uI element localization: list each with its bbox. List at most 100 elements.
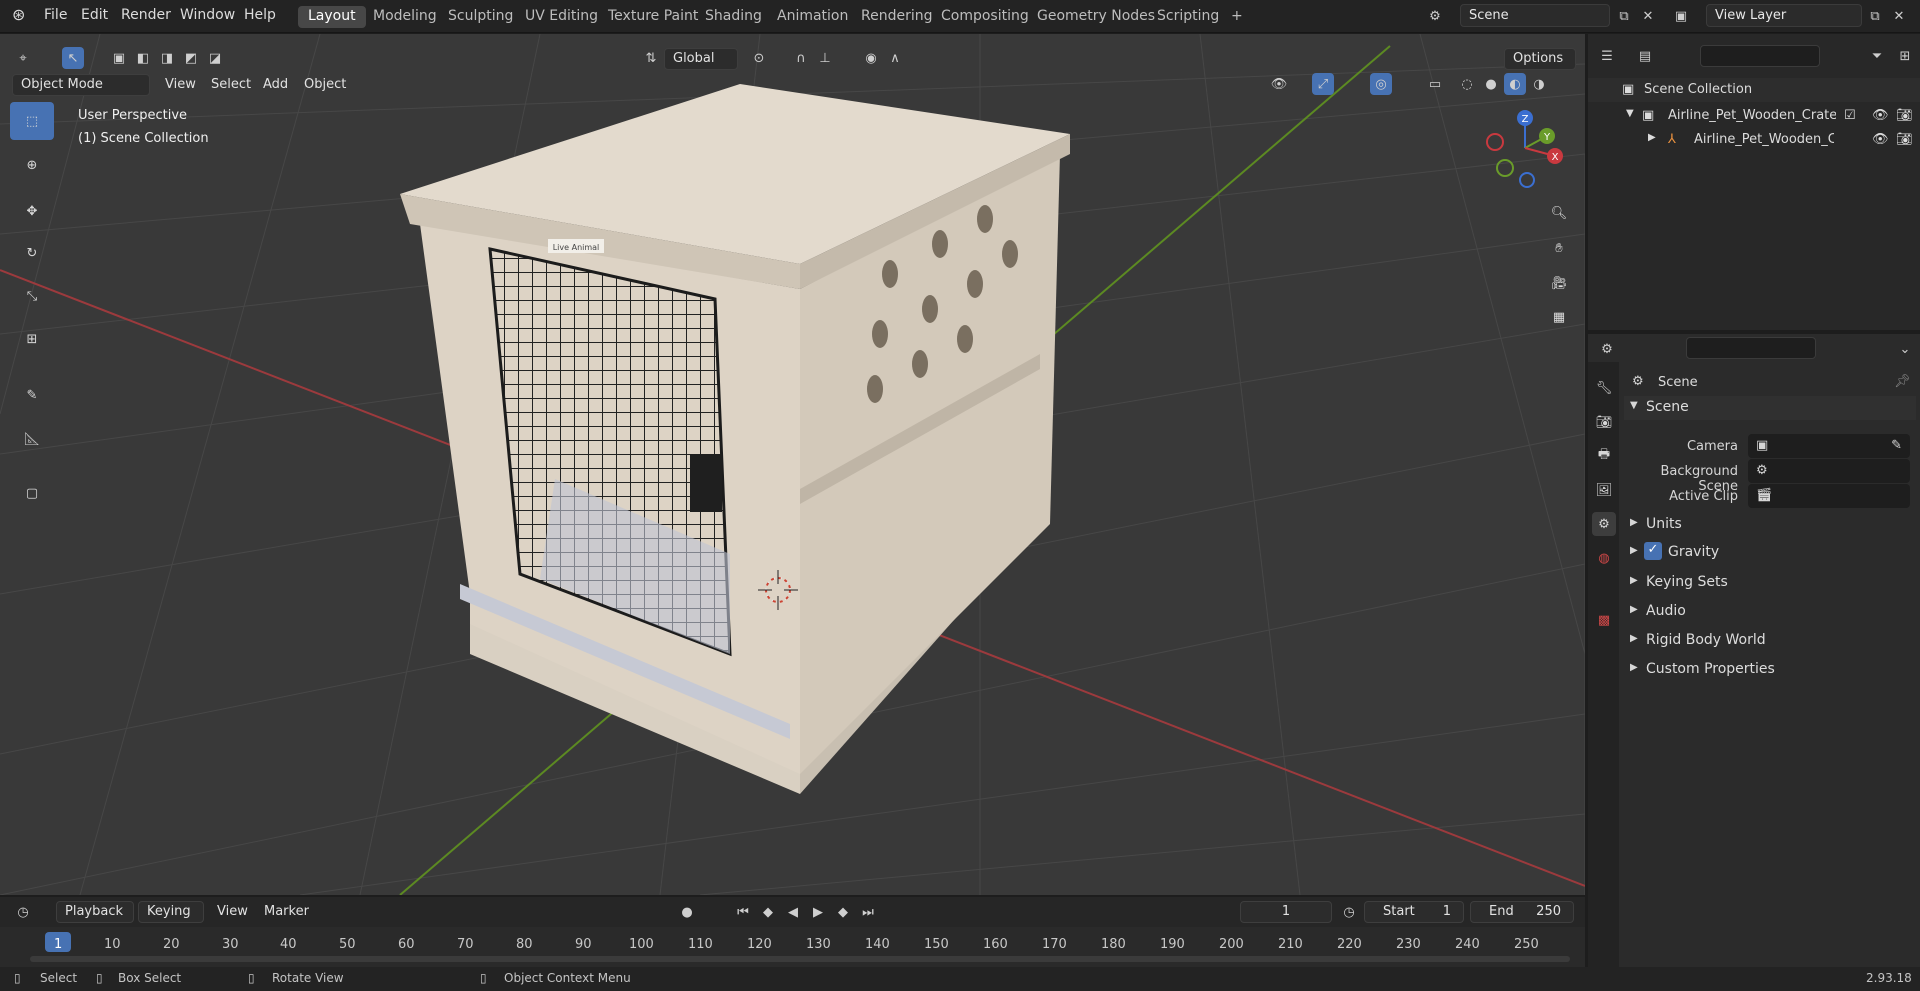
play-reverse-icon[interactable]: ◀ — [782, 901, 804, 923]
view-layer-icon[interactable]: ▣ — [1670, 5, 1692, 27]
output-tab-icon[interactable]: 🖶︎ — [1592, 444, 1616, 468]
auto-keying-icon[interactable]: ● — [676, 901, 698, 923]
menu-file[interactable]: File — [44, 7, 67, 23]
tab-uv-editing[interactable]: UV Editing — [515, 6, 608, 28]
start-frame-field[interactable]: Start 1 — [1364, 901, 1464, 923]
menu-view[interactable]: View — [165, 77, 196, 92]
active-clip-field[interactable]: 🎬︎ — [1748, 484, 1910, 508]
box-mode-intersect-icon[interactable]: ◪ — [204, 47, 226, 69]
custom-properties-panel[interactable]: ▶ Custom Properties — [1624, 657, 1916, 681]
play-icon[interactable]: ▶ — [807, 901, 829, 923]
pin-icon[interactable]: 📌︎ — [1894, 374, 1911, 389]
material-shading-icon[interactable]: ◐ — [1504, 73, 1526, 95]
transform-tool-icon[interactable]: ⊞ — [10, 320, 54, 358]
camera-view-icon[interactable]: 🎥︎ — [1544, 268, 1574, 298]
overlay-toggle-icon[interactable]: ◎ — [1370, 73, 1392, 95]
end-frame-field[interactable]: End 250 — [1470, 901, 1574, 923]
add-cube-tool-icon[interactable]: ▢ — [10, 474, 54, 512]
cursor-tool-icon[interactable]: ⊕ — [10, 146, 54, 184]
outliner-row-scene-collection[interactable]: ▣ Scene Collection — [1588, 78, 1920, 102]
outliner-row-crate-collection[interactable]: ▼ ▣ Airline_Pet_Wooden_Crate_0( ☑ 👁︎ 📷︎ — [1588, 104, 1920, 128]
timeline-view-menu[interactable]: View — [217, 904, 248, 919]
tab-geometry-nodes[interactable]: Geometry Nodes — [1027, 6, 1165, 28]
transform-orientation-dropdown[interactable]: Global — [664, 48, 738, 70]
next-keyframe-icon[interactable]: ◆ — [832, 901, 854, 923]
properties-search-input[interactable] — [1686, 337, 1816, 359]
gravity-panel[interactable]: ▶ ✓ Gravity — [1624, 540, 1916, 564]
editor-type-icon[interactable]: ⌖ — [12, 47, 34, 69]
keying-sets-panel[interactable]: ▶ Keying Sets — [1624, 570, 1916, 594]
pan-hand-icon[interactable]: ✋︎ — [1544, 233, 1574, 263]
jump-start-icon[interactable]: ⏮ — [732, 901, 754, 923]
mode-dropdown[interactable]: Object Mode — [12, 74, 150, 96]
pivot-point-icon[interactable]: ⊙ — [748, 47, 770, 69]
new-collection-icon[interactable]: ⊞ — [1894, 45, 1916, 67]
marker-menu[interactable]: Marker — [264, 904, 309, 919]
move-tool-icon[interactable]: ✥ — [10, 192, 54, 230]
tab-shading[interactable]: Shading — [695, 6, 772, 28]
world-tab-icon[interactable]: ◍ — [1592, 546, 1616, 570]
camera-field[interactable]: ▣ ✎ — [1748, 434, 1910, 458]
tool-tab-icon[interactable]: 🔧︎ — [1592, 376, 1616, 400]
scale-tool-icon[interactable]: ⤡ — [10, 277, 54, 315]
view-layer-field[interactable]: View Layer — [1706, 4, 1862, 27]
units-panel[interactable]: ▶ Units — [1624, 512, 1916, 536]
zoom-icon[interactable]: 🔍︎ — [1544, 198, 1574, 228]
rigid-body-world-panel[interactable]: ▶ Rigid Body World — [1624, 628, 1916, 652]
measure-tool-icon[interactable]: 📐︎ — [10, 420, 54, 458]
tab-scripting[interactable]: Scripting — [1147, 6, 1229, 28]
wireframe-shading-icon[interactable]: ◌ — [1456, 73, 1478, 95]
visibility-icon[interactable]: 👁︎ — [1268, 73, 1290, 95]
menu-help[interactable]: Help — [244, 7, 276, 23]
xray-icon[interactable]: ▭ — [1424, 73, 1446, 95]
box-mode-new-icon[interactable]: ▣ — [108, 47, 130, 69]
menu-add[interactable]: Add — [263, 77, 288, 92]
annotate-tool-icon[interactable]: ✎ — [10, 376, 54, 414]
gizmo-toggle-icon[interactable]: ⤢ — [1312, 73, 1334, 95]
outliner-editor-icon[interactable]: ☰ — [1596, 45, 1618, 67]
outliner-search-input[interactable] — [1700, 45, 1820, 67]
tab-compositing[interactable]: Compositing — [931, 6, 1039, 28]
preview-range-icon[interactable]: ◷ — [1338, 901, 1360, 923]
menu-render[interactable]: Render — [121, 7, 171, 23]
tab-texture-paint[interactable]: Texture Paint — [598, 6, 708, 28]
box-mode-subtract-icon[interactable]: ◨ — [156, 47, 178, 69]
scene-selector-icon[interactable]: ⚙ — [1424, 5, 1446, 27]
playback-menu[interactable]: Playback — [56, 901, 134, 923]
checkbox-icon[interactable]: ☑ — [1844, 108, 1856, 123]
audio-panel[interactable]: ▶ Audio — [1624, 599, 1916, 623]
scene-tab-icon[interactable]: ⚙ — [1592, 512, 1616, 536]
box-mode-invert-icon[interactable]: ◩ — [180, 47, 202, 69]
properties-editor-icon[interactable]: ⚙ — [1596, 338, 1618, 360]
jump-end-icon[interactable]: ⏭ — [857, 901, 879, 923]
options-dropdown[interactable]: Options — [1504, 48, 1576, 70]
solid-shading-icon[interactable]: ● — [1480, 73, 1502, 95]
rotate-tool-icon[interactable]: ↻ — [10, 234, 54, 272]
texture-tab-icon[interactable]: ▩ — [1592, 608, 1616, 632]
ortho-grid-icon[interactable]: ▦ — [1544, 302, 1574, 332]
eye-icon[interactable]: 👁︎ — [1872, 108, 1889, 123]
scene-name-field[interactable]: Scene — [1460, 4, 1610, 27]
filter-icon[interactable]: ⏷ — [1866, 45, 1888, 67]
display-mode-icon[interactable]: ▤ — [1634, 45, 1656, 67]
chevron-down-icon[interactable]: ⌄ — [1894, 338, 1916, 360]
proportional-edit-icon[interactable]: ◉ — [860, 47, 882, 69]
rendered-shading-icon[interactable]: ◑ — [1528, 73, 1550, 95]
background-scene-field[interactable]: ⚙ — [1748, 459, 1910, 483]
current-frame-field[interactable]: 1 — [1240, 901, 1332, 923]
tab-modeling[interactable]: Modeling — [363, 6, 447, 28]
tab-rendering[interactable]: Rendering — [851, 6, 943, 28]
tab-animation[interactable]: Animation — [767, 6, 858, 28]
expand-arrow-icon[interactable]: ▶ — [1648, 132, 1656, 143]
navigation-gizmo[interactable]: Z Y X — [1485, 108, 1565, 188]
select-mode-icon[interactable]: ↖ — [62, 47, 84, 69]
menu-window[interactable]: Window — [180, 7, 235, 23]
camera-icon[interactable]: 📷︎ — [1896, 132, 1913, 147]
timeline-editor-icon[interactable]: ◷ — [12, 901, 34, 923]
tab-sculpting[interactable]: Sculpting — [438, 6, 523, 28]
close-icon[interactable]: ✕ — [1888, 5, 1910, 27]
render-tab-icon[interactable]: 📷︎ — [1592, 410, 1616, 434]
menu-object[interactable]: Object — [304, 77, 346, 92]
close-icon[interactable]: ✕ — [1637, 5, 1659, 27]
menu-select[interactable]: Select — [211, 77, 251, 92]
